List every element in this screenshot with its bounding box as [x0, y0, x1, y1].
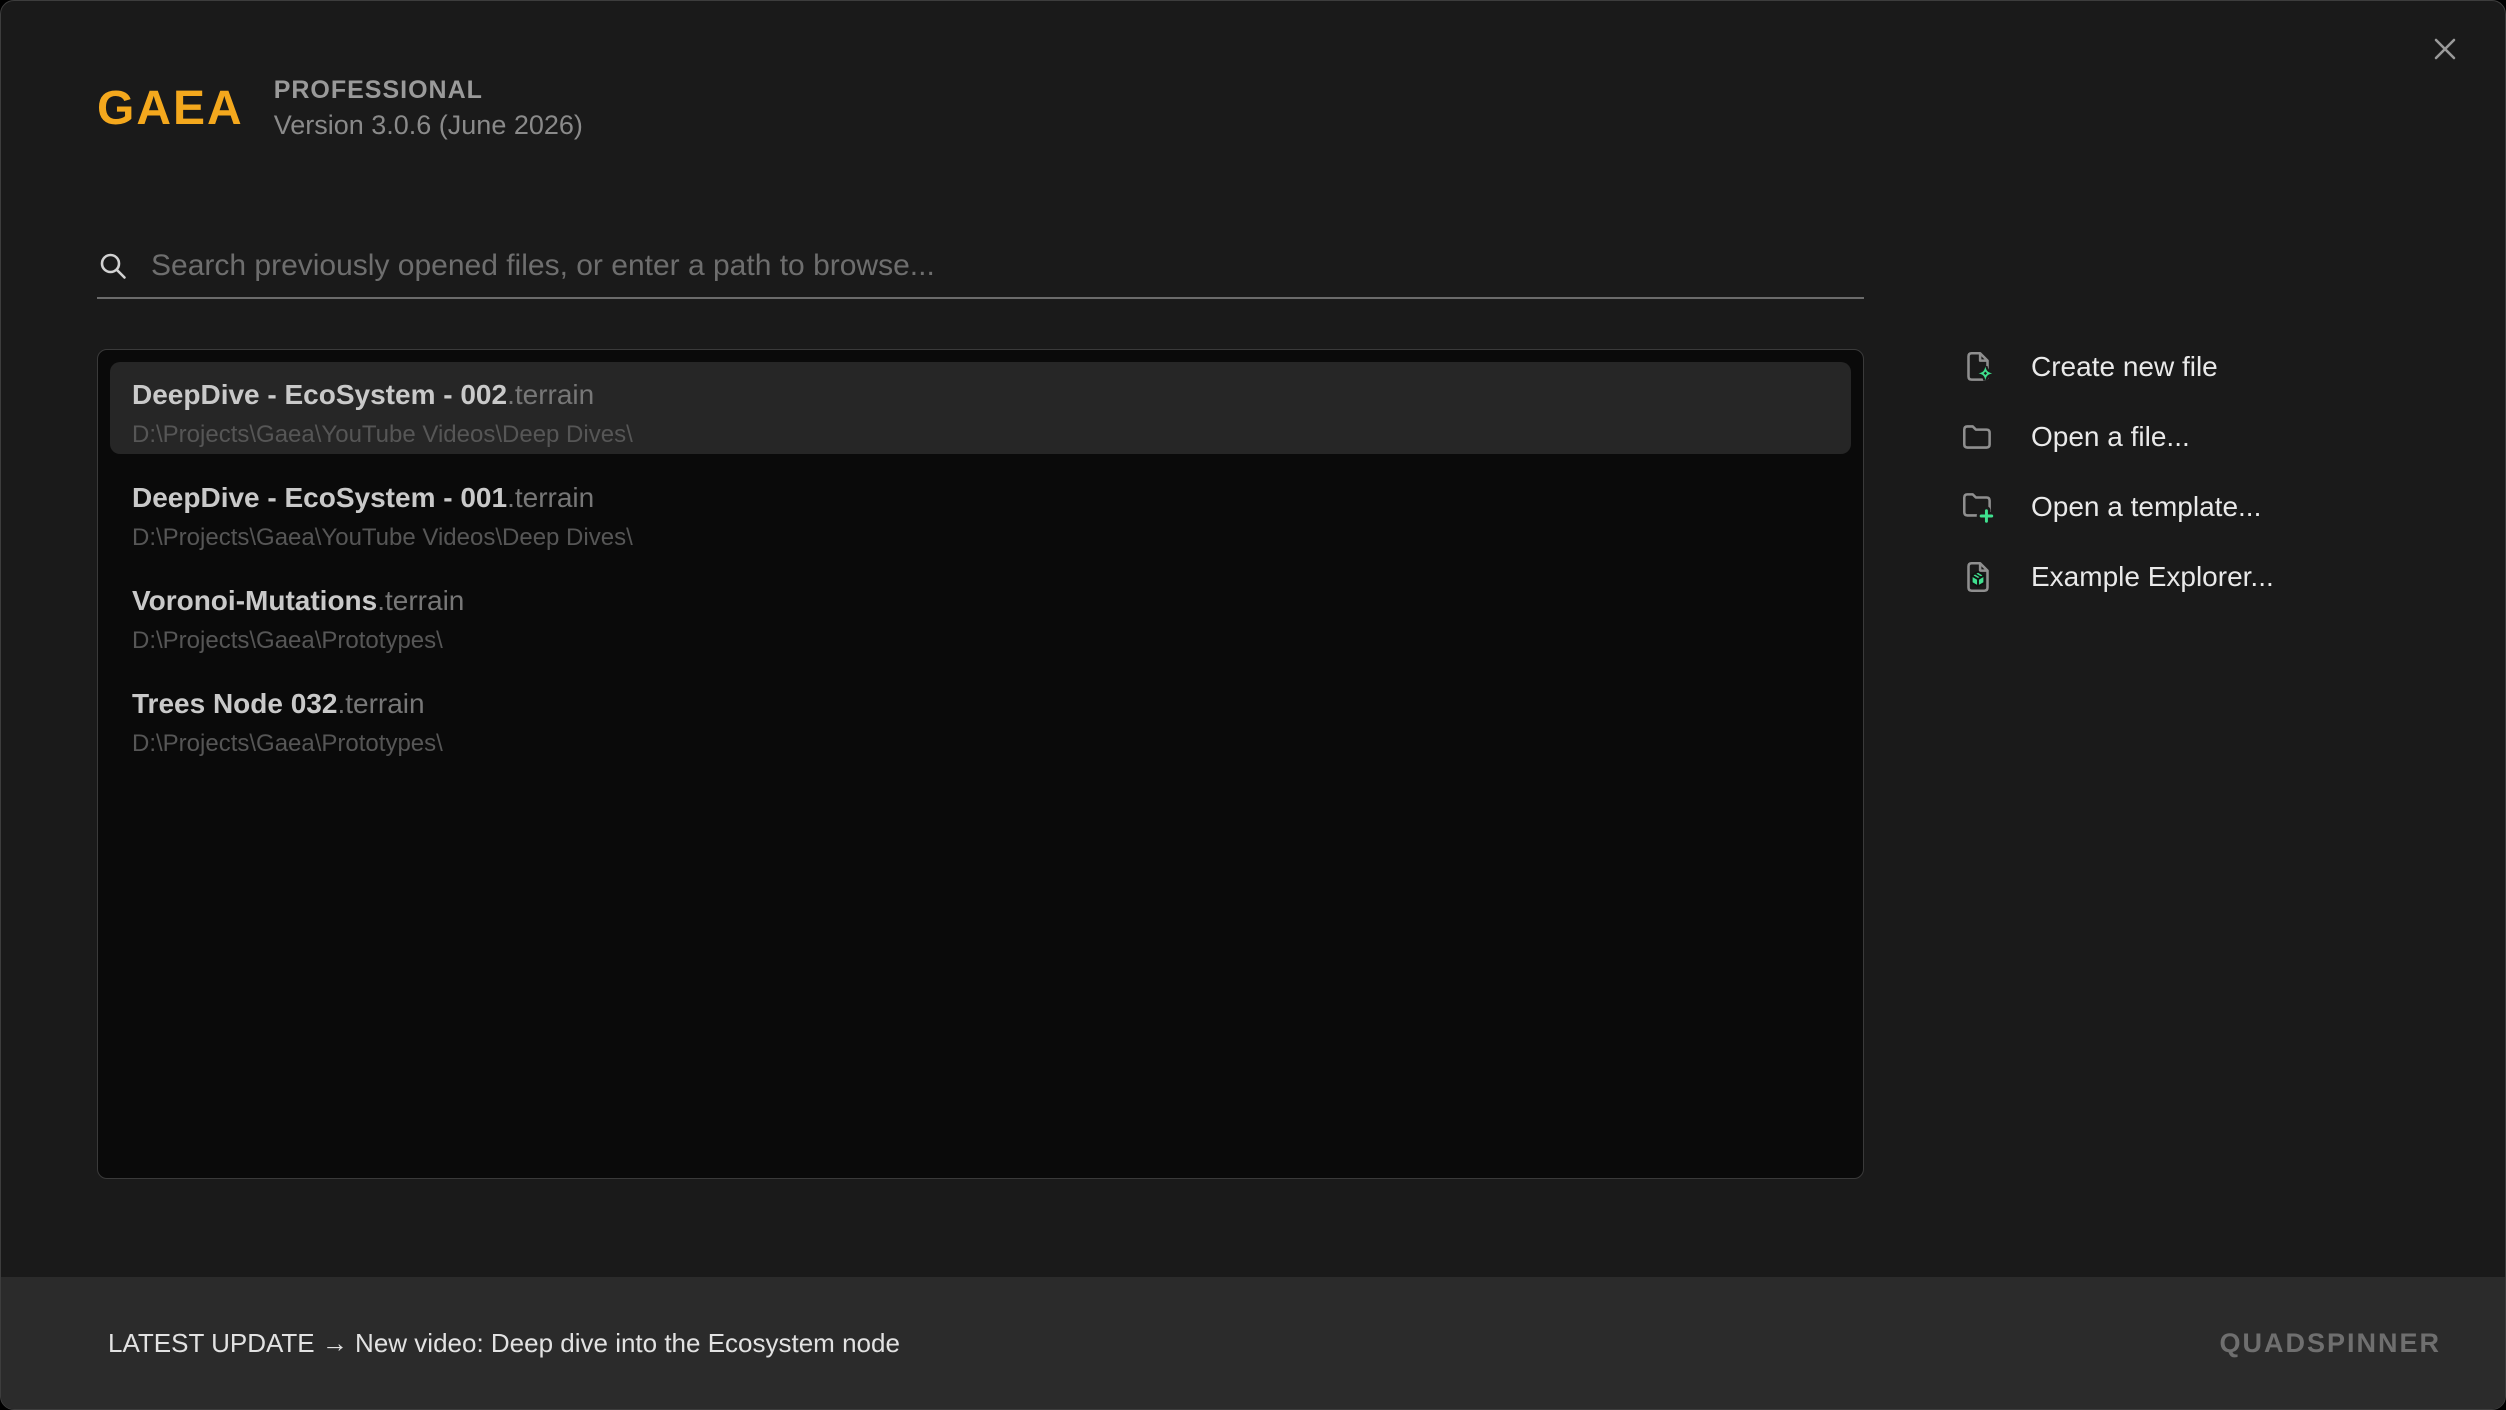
file-name: DeepDive - EcoSystem - 001 — [132, 482, 507, 513]
open-folder-icon — [1959, 418, 1997, 456]
recent-file-item[interactable]: DeepDive - EcoSystem - 001.terrain D:\Pr… — [110, 465, 1851, 557]
file-name: Voronoi-Mutations — [132, 585, 377, 616]
document-cube-icon — [1959, 558, 1997, 596]
action-label: Open a template... — [2031, 491, 2261, 523]
open-file-button[interactable]: Open a file... — [1959, 402, 2274, 472]
close-button[interactable] — [2423, 27, 2467, 71]
search-icon — [97, 250, 129, 282]
action-label: Open a file... — [2031, 421, 2190, 453]
file-path: D:\Projects\Gaea\YouTube Videos\Deep Div… — [132, 523, 1829, 553]
search-input[interactable] — [151, 249, 1864, 283]
file-path: D:\Projects\Gaea\Prototypes\ — [132, 729, 1829, 759]
example-explorer-button[interactable]: Example Explorer... — [1959, 542, 2274, 612]
action-label: Example Explorer... — [2031, 561, 2274, 593]
file-extension: .terrain — [377, 585, 464, 616]
gaea-logo: GAEA — [97, 85, 244, 133]
recent-file-item[interactable]: DeepDive - EcoSystem - 002.terrain D:\Pr… — [110, 362, 1851, 454]
latest-update-link[interactable]: LATEST UPDATE → New video: Deep dive int… — [108, 1328, 900, 1359]
file-extension: .terrain — [337, 688, 424, 719]
open-template-button[interactable]: Open a template... — [1959, 472, 2274, 542]
new-file-sparkle-icon — [1959, 348, 1997, 386]
action-label: Create new file — [2031, 351, 2218, 383]
recent-files-list: DeepDive - EcoSystem - 002.terrain D:\Pr… — [97, 349, 1864, 1179]
file-extension: .terrain — [507, 482, 594, 513]
recent-file-item[interactable]: Voronoi-Mutations.terrain D:\Projects\Ga… — [110, 568, 1851, 660]
file-name: DeepDive - EcoSystem - 002 — [132, 379, 507, 410]
create-new-file-button[interactable]: Create new file — [1959, 332, 2274, 402]
gaea-start-window: GAEA PROFESSIONAL Version 3.0.6 (June 20… — [0, 0, 2506, 1410]
close-icon — [2431, 35, 2459, 63]
footer-bar: LATEST UPDATE → New video: Deep dive int… — [1, 1277, 2505, 1409]
file-extension: .terrain — [507, 379, 594, 410]
app-header: GAEA PROFESSIONAL Version 3.0.6 (June 20… — [97, 77, 583, 141]
quick-actions: Create new file Open a file... — [1959, 332, 2274, 612]
search-bar — [97, 249, 1864, 299]
file-name: Trees Node 032 — [132, 688, 337, 719]
edition-label: PROFESSIONAL — [274, 77, 583, 105]
quadspinner-brand: QUADSPINNER — [2219, 1328, 2441, 1359]
recent-file-item[interactable]: Trees Node 032.terrain D:\Projects\Gaea\… — [110, 671, 1851, 763]
folder-plus-icon — [1959, 488, 1997, 526]
version-label: Version 3.0.6 (June 2026) — [274, 109, 583, 141]
file-path: D:\Projects\Gaea\Prototypes\ — [132, 626, 1829, 656]
file-path: D:\Projects\Gaea\YouTube Videos\Deep Div… — [132, 420, 1829, 450]
